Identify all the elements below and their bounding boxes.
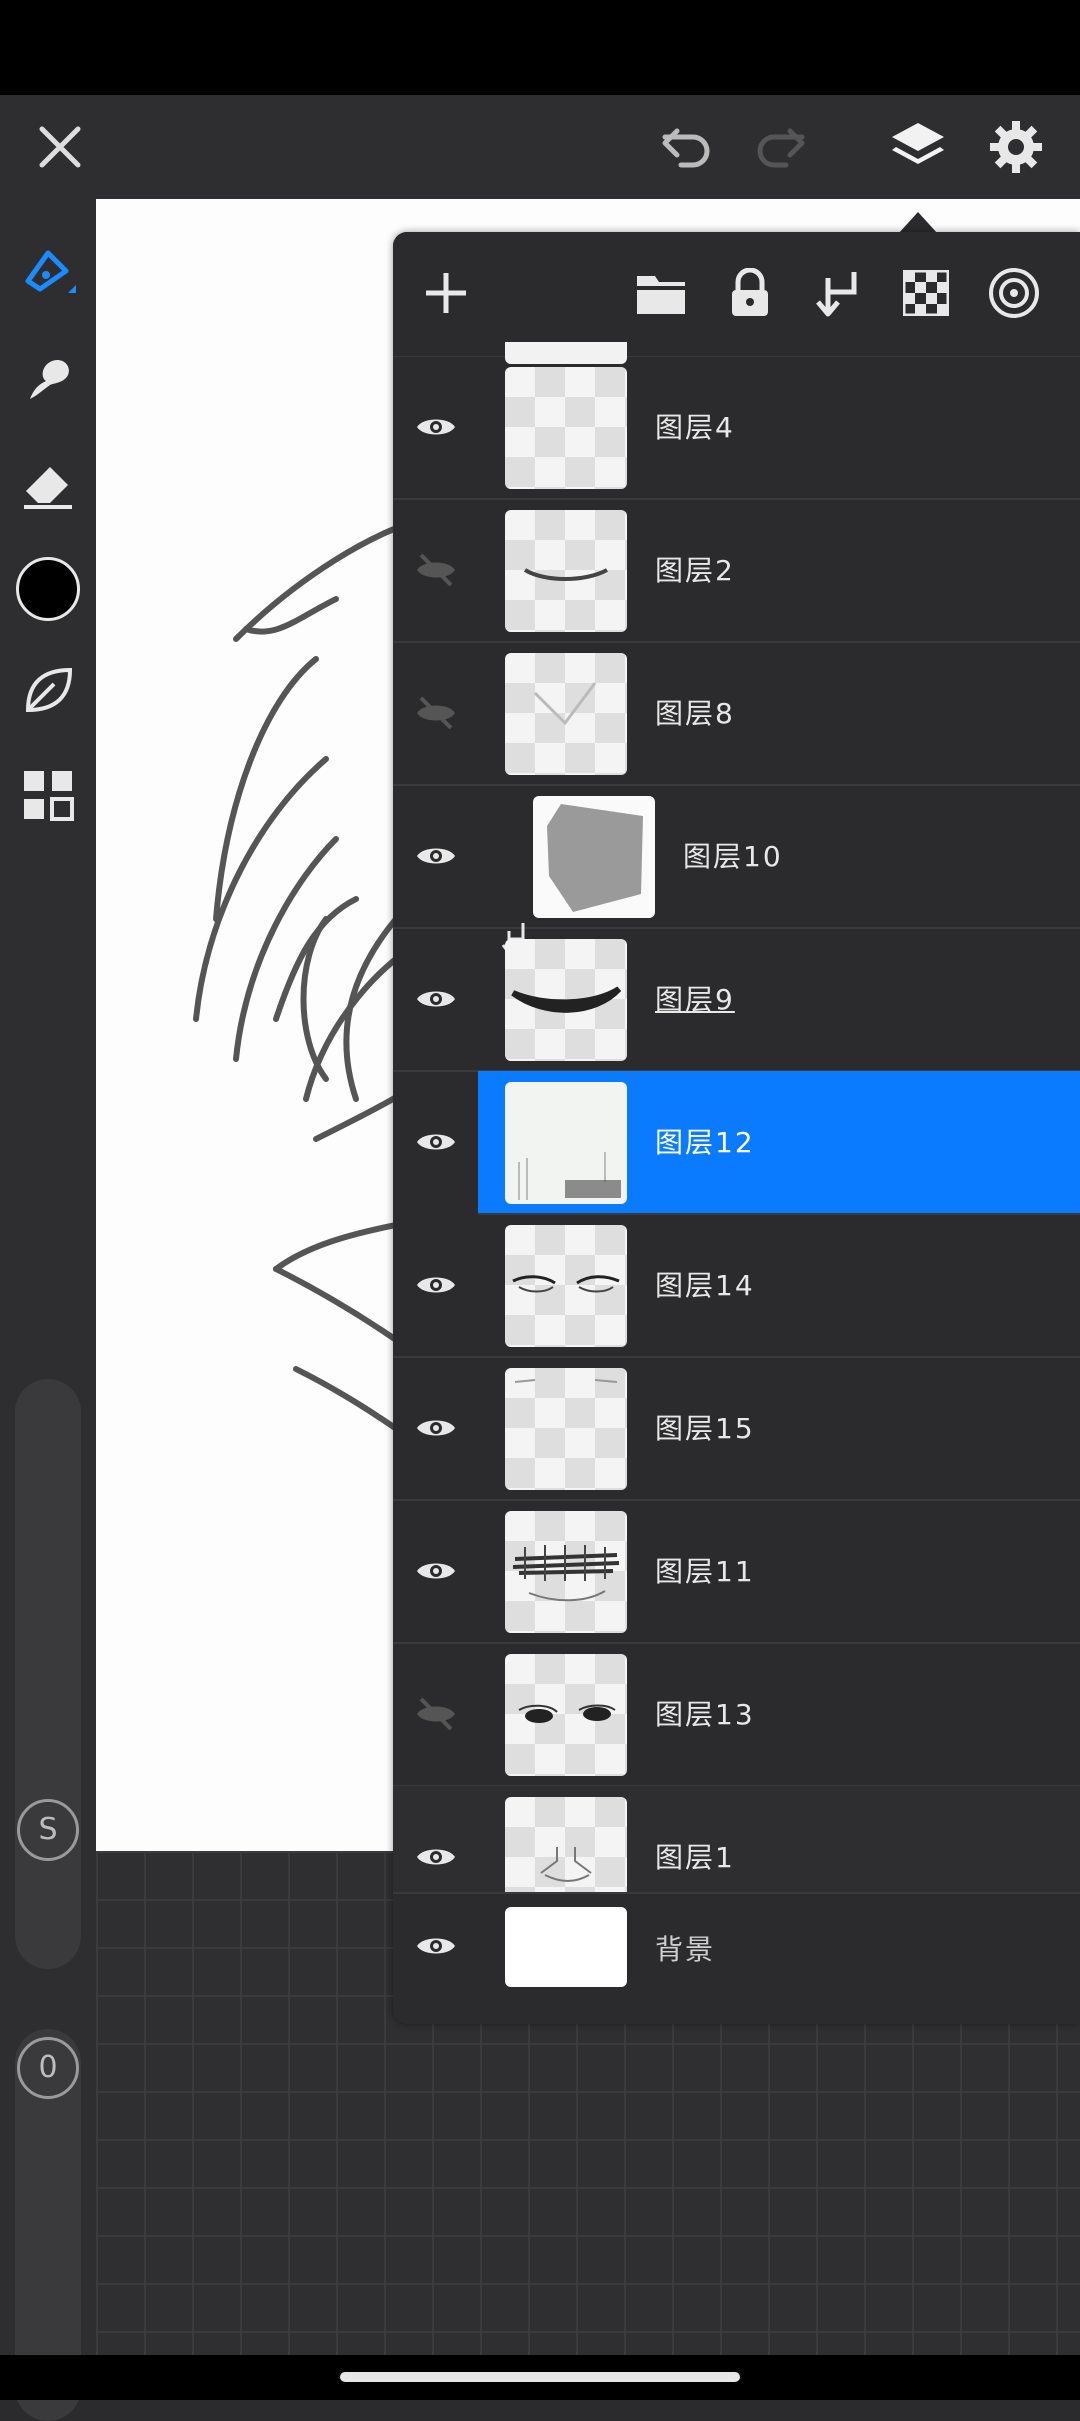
layer-name: 图层15 — [655, 1412, 755, 1445]
layers-panel: 图层4 图层2 图层8 图层10 图层9 图层12 图层14 图层15 图层11… — [393, 232, 1080, 2024]
layer-eye-cell[interactable] — [393, 1071, 478, 1213]
layers-icon[interactable] — [882, 111, 954, 183]
layer-thumbnail — [505, 1511, 627, 1633]
layer-thumbnail — [505, 653, 627, 775]
folder-icon[interactable] — [628, 260, 694, 326]
color-swatch[interactable] — [16, 557, 80, 621]
layer-row[interactable]: 图层11 — [393, 1500, 1080, 1644]
layer-thumbnail — [505, 1797, 627, 1892]
target-icon[interactable] — [981, 260, 1047, 326]
layer-thumbnail — [505, 1225, 627, 1347]
layer-thumbnail — [505, 367, 627, 489]
layer-list: 图层4 图层2 图层8 图层10 图层9 图层12 图层14 图层15 图层11… — [393, 342, 1080, 2024]
left-toolbar: S 0 — [0, 199, 96, 2421]
eye-icon[interactable] — [393, 1357, 478, 1499]
layer-thumbnail — [505, 939, 627, 1061]
eye-hidden-icon[interactable] — [393, 1643, 478, 1785]
layer-name: 图层10 — [683, 840, 783, 873]
eraser-icon[interactable] — [12, 447, 84, 519]
eye-hidden-icon[interactable] — [393, 499, 478, 641]
layer-thumbnail — [505, 1082, 627, 1204]
merge-down-icon[interactable] — [805, 260, 871, 326]
layer-row-selected[interactable]: 图层12 — [478, 1071, 1080, 1215]
layer-thumbnail — [505, 1368, 627, 1490]
eye-icon[interactable] — [393, 356, 478, 498]
eye-icon[interactable] — [393, 1893, 478, 1999]
layer-name: 图层11 — [655, 1555, 755, 1588]
layer-row[interactable]: 图层9 — [393, 928, 1080, 1072]
undo-icon[interactable] — [655, 115, 719, 179]
transparency-icon[interactable] — [893, 260, 959, 326]
panel-pointer — [898, 212, 938, 234]
layer-name: 图层12 — [655, 1126, 755, 1159]
layer-row[interactable]: 图层15 — [393, 1357, 1080, 1501]
layer-name: 图层14 — [655, 1269, 755, 1302]
layer-thumbnail — [533, 796, 655, 918]
home-indicator[interactable] — [340, 2372, 740, 2382]
layer-name: 图层13 — [655, 1698, 755, 1731]
grid-icon[interactable] — [12, 759, 84, 831]
layer-row[interactable]: 图层14 — [393, 1214, 1080, 1358]
layer-name: 图层9 — [655, 983, 735, 1016]
eye-hidden-icon[interactable] — [393, 642, 478, 784]
layer-name: 图层8 — [655, 697, 735, 730]
layer-row[interactable]: 图层2 — [393, 499, 1080, 643]
layer-name: 图层2 — [655, 554, 735, 587]
smudge-icon[interactable] — [12, 341, 84, 413]
lock-icon[interactable] — [717, 260, 783, 326]
opacity-slider-label: 0 — [17, 2037, 79, 2099]
layers-panel-toolbar — [393, 232, 1080, 357]
add-icon[interactable] — [413, 260, 479, 326]
layer-thumbnail — [505, 1654, 627, 1776]
redo-icon[interactable] — [748, 115, 812, 179]
layer-thumbnail — [505, 510, 627, 632]
eye-icon[interactable] — [393, 1214, 478, 1356]
layer-thumbnail — [505, 1907, 627, 1987]
layer-name: 图层4 — [655, 411, 735, 444]
layer-row-background[interactable]: 背景 — [393, 1893, 1080, 1999]
layer-name: 图层1 — [655, 1841, 735, 1874]
close-icon[interactable] — [28, 115, 92, 179]
eye-icon[interactable] — [393, 1500, 478, 1642]
eye-icon[interactable] — [393, 785, 478, 927]
brush-icon[interactable] — [12, 237, 84, 309]
size-slider-label: S — [17, 1799, 79, 1861]
layer-name: 背景 — [655, 1933, 716, 1966]
size-slider[interactable]: S — [15, 1379, 81, 1969]
layer-row[interactable]: 图层8 — [393, 642, 1080, 786]
status-bar — [0, 0, 1080, 95]
layer-row[interactable]: 图层4 — [393, 356, 1080, 500]
layer-row[interactable]: 图层13 — [393, 1643, 1080, 1787]
layer-row[interactable]: 图层1 — [393, 1786, 1080, 1894]
eye-icon[interactable] — [393, 928, 478, 1070]
top-toolbar — [0, 95, 1080, 199]
leaf-icon[interactable] — [12, 654, 84, 726]
gear-icon[interactable] — [980, 111, 1052, 183]
layer-row[interactable]: 图层10 — [393, 785, 1080, 929]
